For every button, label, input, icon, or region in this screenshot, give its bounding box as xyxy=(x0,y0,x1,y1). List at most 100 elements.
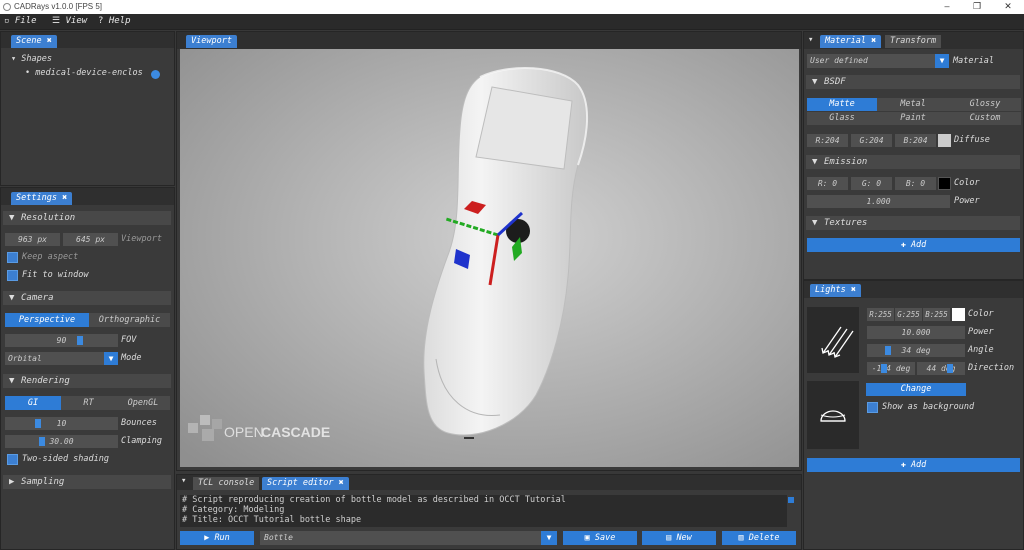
bsdf-paint[interactable]: Paint xyxy=(877,112,949,125)
list-icon: ☰ xyxy=(52,16,61,26)
expand-icon: ▶ xyxy=(9,477,15,487)
scrollbar-thumb[interactable] xyxy=(788,497,794,503)
directional-light-icon xyxy=(821,326,854,358)
dropdown-arrow-icon[interactable]: ▼ xyxy=(104,352,118,365)
tab-viewport[interactable]: Viewport xyxy=(186,35,237,48)
save-button[interactable]: ▣ Save xyxy=(563,531,637,545)
file-icon: ▫ xyxy=(4,16,10,26)
diffuse-b[interactable]: B:204 xyxy=(895,134,936,147)
script-editor-text[interactable]: # Script reproducing creation of bottle … xyxy=(180,495,787,527)
window-title: CADRays v1.0.0 [FPS 5] xyxy=(14,2,103,11)
close-icon[interactable]: ✖ xyxy=(851,285,856,295)
lights-panel: Lights ✖ R:255 G:255 B:255 Color 10.000 … xyxy=(803,280,1024,550)
emission-r[interactable]: R: 0 xyxy=(807,177,848,190)
width-field[interactable]: 963 px xyxy=(5,233,60,246)
play-icon: ▶ xyxy=(204,533,210,543)
bsdf-header[interactable]: ▼ BSDF xyxy=(806,75,1020,89)
tab-script-editor[interactable]: Script editor ✖ xyxy=(262,477,349,490)
rendering-header[interactable]: ▼ Rendering xyxy=(3,374,171,388)
rt-button[interactable]: RT xyxy=(61,396,116,410)
dropdown-arrow-icon[interactable]: ▼ xyxy=(935,54,949,68)
add-texture-button[interactable]: ✚ Add xyxy=(807,238,1020,252)
mode-select[interactable]: Orbital ▼ xyxy=(5,352,118,365)
panel-menu-icon[interactable]: ▾ xyxy=(808,35,813,45)
maximize-button[interactable]: ❐ xyxy=(962,0,992,14)
height-field[interactable]: 645 px xyxy=(63,233,118,246)
new-file-icon: ▤ xyxy=(666,533,672,543)
tab-lights[interactable]: Lights ✖ xyxy=(810,284,861,297)
gi-button[interactable]: GI xyxy=(5,396,61,410)
light-power-field[interactable]: 10.000 xyxy=(867,326,965,339)
menu-help[interactable]: ? Help xyxy=(98,16,131,26)
close-icon[interactable]: ✖ xyxy=(339,478,344,488)
menu-file[interactable]: ▫ File xyxy=(4,16,37,26)
light-b[interactable]: B:255 xyxy=(923,308,950,321)
visibility-indicator[interactable] xyxy=(151,70,160,79)
tab-transform[interactable]: Transform xyxy=(885,35,942,48)
render-viewport[interactable]: OPEN CASCADE xyxy=(180,49,799,467)
environment-light-preview[interactable] xyxy=(807,381,859,449)
tab-material[interactable]: Material ✖ xyxy=(820,35,882,48)
scene-item[interactable]: • medical-device-enclos xyxy=(25,67,143,80)
close-icon[interactable]: ✖ xyxy=(871,36,876,46)
clamping-slider[interactable]: 30.00 xyxy=(5,435,118,448)
camera-header[interactable]: ▼ Camera xyxy=(3,291,171,305)
light-color-swatch[interactable] xyxy=(952,308,965,321)
bsdf-glass[interactable]: Glass xyxy=(807,112,877,125)
menu-view[interactable]: ☰ View xyxy=(52,16,87,26)
bsdf-matte[interactable]: Matte xyxy=(807,98,877,111)
bsdf-custom[interactable]: Custom xyxy=(949,112,1021,125)
emission-g[interactable]: G: 0 xyxy=(851,177,892,190)
two-sided-checkbox[interactable] xyxy=(7,454,18,465)
mode-label: Mode xyxy=(121,353,142,363)
diffuse-swatch[interactable] xyxy=(938,134,951,147)
opengl-button[interactable]: OpenGL xyxy=(116,396,170,410)
run-button[interactable]: ▶ Run xyxy=(180,531,254,545)
light-direction-2[interactable]: 44 deg xyxy=(917,362,965,375)
new-button[interactable]: ▤ New xyxy=(642,531,716,545)
tab-scene[interactable]: Scene ✖ xyxy=(11,35,57,48)
fit-window-checkbox[interactable] xyxy=(7,270,18,281)
light-direction-1[interactable]: -104 deg xyxy=(867,362,915,375)
collapse-icon: ▼ xyxy=(9,376,15,386)
material-preset-select[interactable]: User defined ▼ xyxy=(807,54,949,68)
change-environment-button[interactable]: Change xyxy=(866,383,966,396)
light-g[interactable]: G:255 xyxy=(895,308,922,321)
orthographic-button[interactable]: Orthographic xyxy=(89,313,170,327)
perspective-button[interactable]: Perspective xyxy=(5,313,89,327)
shapes-tree-node[interactable]: ▾ Shapes xyxy=(11,53,52,66)
sampling-header[interactable]: ▶ Sampling xyxy=(3,475,171,489)
close-button[interactable]: ✕ xyxy=(993,0,1023,14)
tab-settings[interactable]: Settings ✖ xyxy=(11,192,73,205)
directional-light-preview[interactable] xyxy=(807,307,859,373)
diffuse-g[interactable]: G:204 xyxy=(851,134,892,147)
add-light-button[interactable]: ✚ Add xyxy=(807,458,1020,472)
panel-menu-icon[interactable]: ▾ xyxy=(181,476,186,486)
emission-b[interactable]: B: 0 xyxy=(895,177,936,190)
minimize-button[interactable]: – xyxy=(932,0,962,14)
dropdown-arrow-icon[interactable]: ▼ xyxy=(541,531,557,545)
app-icon xyxy=(3,3,11,11)
delete-button[interactable]: ▥ Delete xyxy=(722,531,796,545)
resolution-header[interactable]: ▼ Resolution xyxy=(3,211,171,225)
show-background-checkbox[interactable] xyxy=(867,402,878,413)
bounces-slider[interactable]: 10 xyxy=(5,417,118,430)
close-icon[interactable]: ✖ xyxy=(62,193,67,203)
emission-swatch[interactable] xyxy=(938,177,951,190)
textures-header[interactable]: ▼ Textures xyxy=(806,216,1020,230)
fov-slider[interactable]: 90 xyxy=(5,334,118,347)
script-select[interactable]: Bottle ▼ xyxy=(260,531,557,545)
script-line: # Script reproducing creation of bottle … xyxy=(182,495,566,505)
title-bar: CADRays v1.0.0 [FPS 5] – ❐ ✕ xyxy=(0,0,1024,14)
light-angle-slider[interactable]: 34 deg xyxy=(867,344,965,357)
tab-tcl-console[interactable]: TCL console xyxy=(193,477,260,490)
close-icon[interactable]: ✖ xyxy=(47,36,52,46)
diffuse-r[interactable]: R:204 xyxy=(807,134,848,147)
keep-aspect-checkbox[interactable] xyxy=(7,252,18,263)
clamping-label: Clamping xyxy=(121,436,162,446)
emission-header[interactable]: ▼ Emission xyxy=(806,155,1020,169)
bsdf-metal[interactable]: Metal xyxy=(877,98,949,111)
bsdf-glossy[interactable]: Glossy xyxy=(949,98,1021,111)
light-r[interactable]: R:255 xyxy=(867,308,894,321)
emission-power-field[interactable]: 1.000 xyxy=(807,195,950,208)
